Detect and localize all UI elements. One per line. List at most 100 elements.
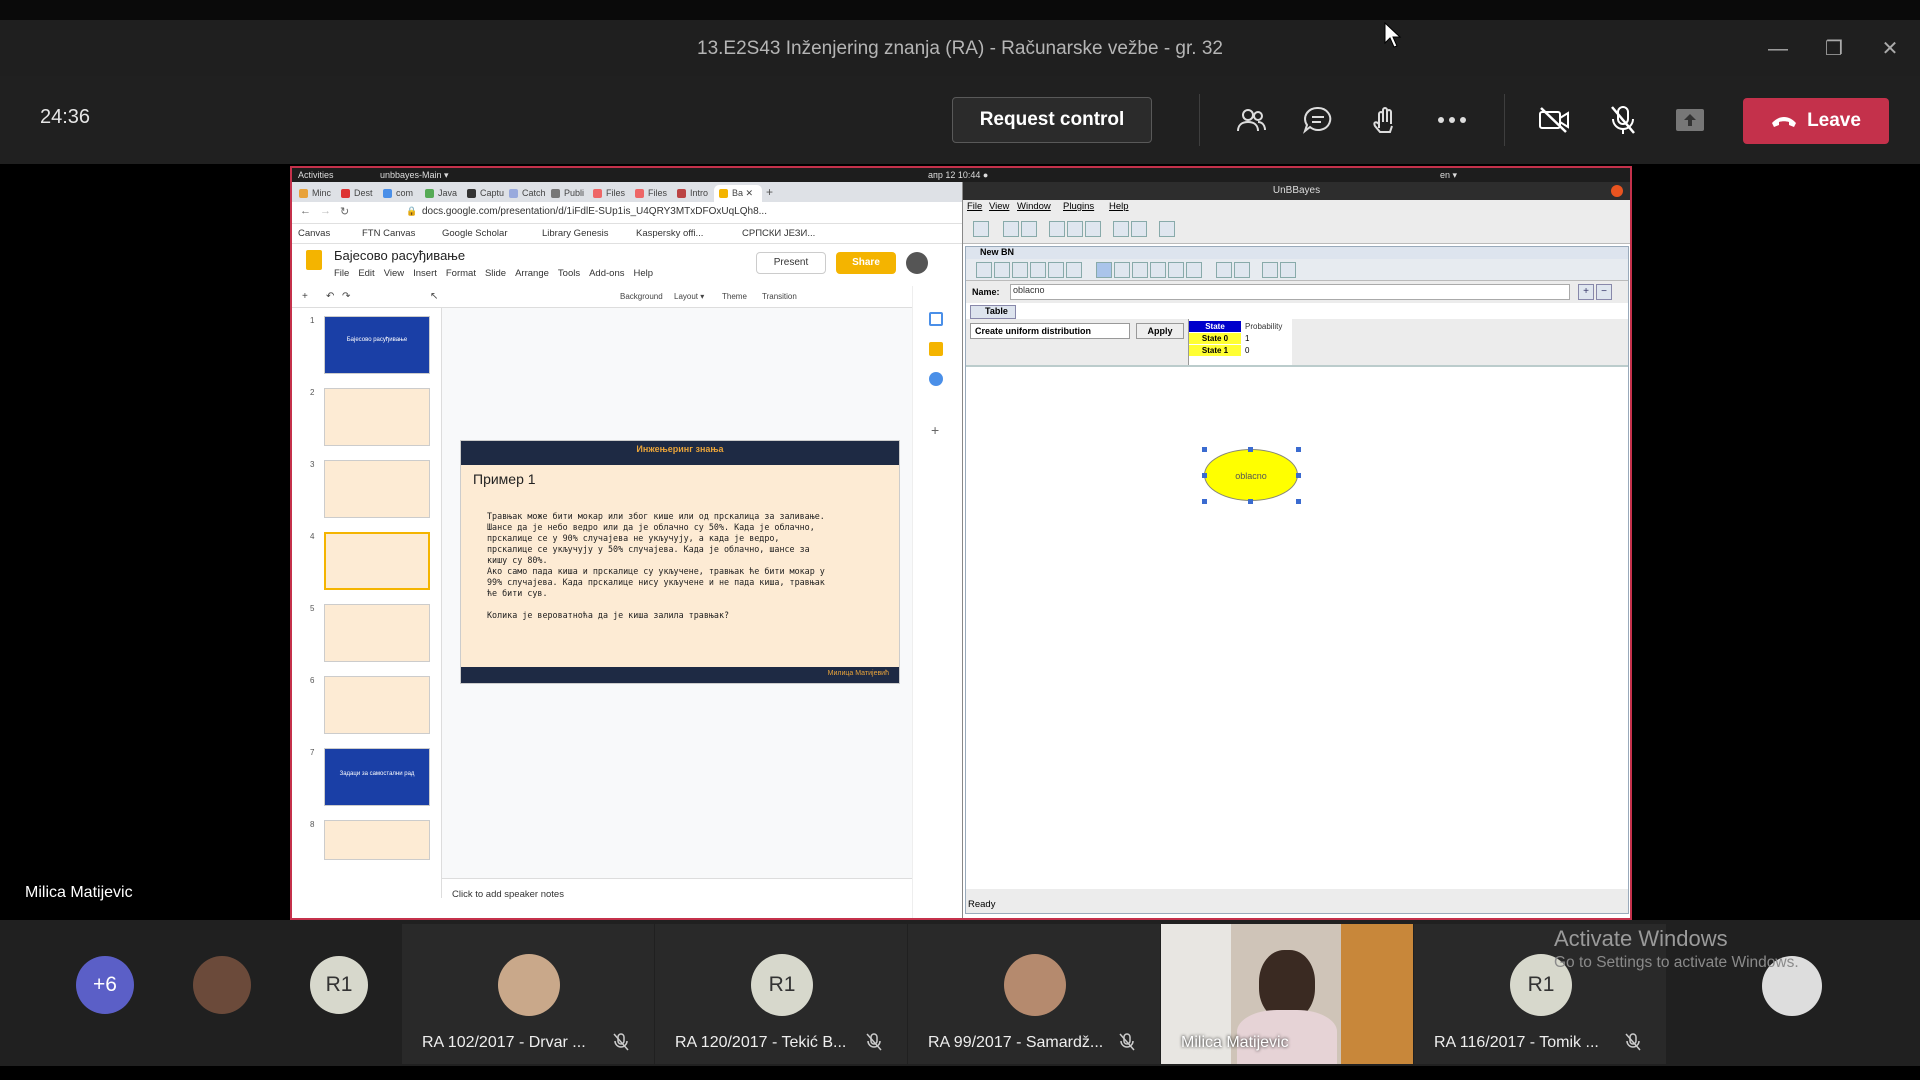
tool-button[interactable] xyxy=(1012,262,1028,278)
menu-item[interactable]: Add-ons xyxy=(589,268,624,279)
minimize-button[interactable]: — xyxy=(1760,36,1796,62)
tool-button[interactable] xyxy=(1114,262,1130,278)
present-button[interactable]: Present xyxy=(756,252,826,274)
close-button[interactable]: ✕ xyxy=(1872,36,1908,62)
share-button[interactable]: Share xyxy=(836,252,896,274)
tasks-icon[interactable] xyxy=(929,372,943,386)
slide-thumbnail[interactable]: Бајесово расуђивање xyxy=(324,316,430,374)
menu-window[interactable]: Window xyxy=(1017,201,1051,212)
apply-button[interactable]: Apply xyxy=(1136,323,1184,339)
menu-item[interactable]: Arrange xyxy=(515,268,549,279)
undo-icon[interactable]: ↶ xyxy=(326,291,334,302)
lang-indicator[interactable]: en ▾ xyxy=(1440,170,1457,181)
tool-button[interactable] xyxy=(1048,262,1064,278)
distribution-select[interactable]: Create uniform distribution xyxy=(970,323,1130,339)
new-tab-button[interactable]: + xyxy=(766,185,773,199)
selection-handle[interactable] xyxy=(1202,473,1207,478)
toolbar-background[interactable]: Background xyxy=(620,292,663,301)
menu-file[interactable]: File xyxy=(967,201,982,212)
redo-icon[interactable]: ↷ xyxy=(342,291,350,302)
tool-button[interactable] xyxy=(1085,221,1101,237)
document-title[interactable]: Бајесово расуђивање xyxy=(334,248,465,263)
bayes-node[interactable]: oblacno xyxy=(1204,449,1298,501)
toolbar-layout[interactable]: Layout ▾ xyxy=(674,292,704,301)
menu-item[interactable]: File xyxy=(334,268,349,279)
tool-button[interactable] xyxy=(1131,221,1147,237)
clock[interactable]: апр 12 10:44 ● xyxy=(928,170,988,180)
request-control-button[interactable]: Request control xyxy=(952,97,1152,143)
add-icon[interactable]: + xyxy=(302,291,308,302)
selection-handle[interactable] xyxy=(1296,447,1301,452)
browser-tab[interactable]: com xyxy=(378,185,420,202)
activities-label[interactable]: Activities xyxy=(298,170,334,180)
leave-button[interactable]: Leave xyxy=(1743,98,1889,144)
overflow-participants[interactable]: +6 xyxy=(76,956,134,1014)
back-icon[interactable]: ← xyxy=(300,205,311,217)
toolbar-transition[interactable]: Transition xyxy=(762,292,797,301)
selection-handle[interactable] xyxy=(1248,499,1253,504)
tool-button[interactable] xyxy=(1150,262,1166,278)
share-screen-icon[interactable] xyxy=(1668,98,1712,142)
tool-button[interactable] xyxy=(1030,262,1046,278)
avatar-initials[interactable]: R1 xyxy=(310,956,368,1014)
tool-button[interactable] xyxy=(1021,221,1037,237)
add-state-button[interactable]: + xyxy=(1578,284,1594,300)
browser-tab[interactable]: Publi xyxy=(546,185,588,202)
keep-icon[interactable] xyxy=(929,342,943,356)
cpt-prob-cell[interactable]: 1 xyxy=(1243,333,1293,344)
help-tool-button[interactable] xyxy=(1159,221,1175,237)
menu-item[interactable]: View xyxy=(384,268,404,279)
menu-item[interactable]: Tools xyxy=(558,268,580,279)
menu-item[interactable]: Format xyxy=(446,268,476,279)
app-menu[interactable]: unbbayes-Main ▾ xyxy=(380,170,449,181)
menu-item[interactable]: Edit xyxy=(358,268,374,279)
slide-thumbnail[interactable] xyxy=(324,604,430,662)
node-name-input[interactable]: oblacno xyxy=(1010,284,1570,300)
tool-button[interactable] xyxy=(1262,262,1278,278)
slide-thumbnail[interactable] xyxy=(324,676,430,734)
avatar[interactable] xyxy=(906,252,928,274)
calendar-icon[interactable] xyxy=(929,312,943,326)
table-tab[interactable]: Table xyxy=(970,305,1016,319)
tool-button[interactable] xyxy=(1216,262,1232,278)
browser-tab[interactable]: Catch xyxy=(504,185,546,202)
slide-thumbnail[interactable] xyxy=(324,460,430,518)
slide-thumbnail[interactable]: Задаци за самостални рад xyxy=(324,748,430,806)
participant-tile[interactable]: R1 RA 120/2017 - Tekić B... xyxy=(655,924,907,1064)
tool-button[interactable] xyxy=(1186,262,1202,278)
participant-tile[interactable]: RA 102/2017 - Drvar ... xyxy=(402,924,654,1064)
more-options-icon[interactable] xyxy=(1430,98,1474,142)
bookmark[interactable]: Canvas xyxy=(298,228,330,239)
url-field[interactable]: docs.google.com/presentation/d/1iFdlE-SU… xyxy=(422,206,767,217)
tool-button[interactable] xyxy=(1049,221,1065,237)
close-icon[interactable] xyxy=(1611,185,1623,197)
tool-button[interactable] xyxy=(1168,262,1184,278)
selection-handle[interactable] xyxy=(1202,447,1207,452)
select-cursor-icon[interactable]: ↖ xyxy=(430,291,438,302)
toolbar-theme[interactable]: Theme xyxy=(722,292,747,301)
selection-handle[interactable] xyxy=(1296,473,1301,478)
mic-off-icon[interactable] xyxy=(1601,98,1645,142)
remove-state-button[interactable]: − xyxy=(1596,284,1612,300)
tool-button[interactable] xyxy=(1234,262,1250,278)
add-addon-icon[interactable]: + xyxy=(931,422,939,438)
current-slide[interactable]: Инжењеринг знања Пример 1 Травњак може б… xyxy=(460,440,900,684)
browser-tab[interactable]: Minc xyxy=(294,185,336,202)
tool-button[interactable] xyxy=(1280,262,1296,278)
tool-button[interactable] xyxy=(976,262,992,278)
maximize-button[interactable]: ❐ xyxy=(1816,36,1852,62)
avatar[interactable] xyxy=(193,956,251,1014)
participants-icon[interactable] xyxy=(1229,98,1273,142)
tool-button[interactable] xyxy=(1067,221,1083,237)
slide-thumbnail-selected[interactable] xyxy=(324,532,430,590)
participant-video-tile[interactable]: Milica Matijevic xyxy=(1161,924,1413,1064)
menu-view[interactable]: View xyxy=(989,201,1009,212)
menu-item[interactable]: Slide xyxy=(485,268,506,279)
select-tool-button[interactable] xyxy=(1096,262,1112,278)
menu-plugins[interactable]: Plugins xyxy=(1063,201,1094,212)
camera-off-icon[interactable] xyxy=(1532,98,1576,142)
participant-tile[interactable]: RA 99/2017 - Samardž... xyxy=(908,924,1160,1064)
browser-tab[interactable]: Dest xyxy=(336,185,378,202)
tool-button[interactable] xyxy=(994,262,1010,278)
browser-tab[interactable]: Files xyxy=(588,185,630,202)
